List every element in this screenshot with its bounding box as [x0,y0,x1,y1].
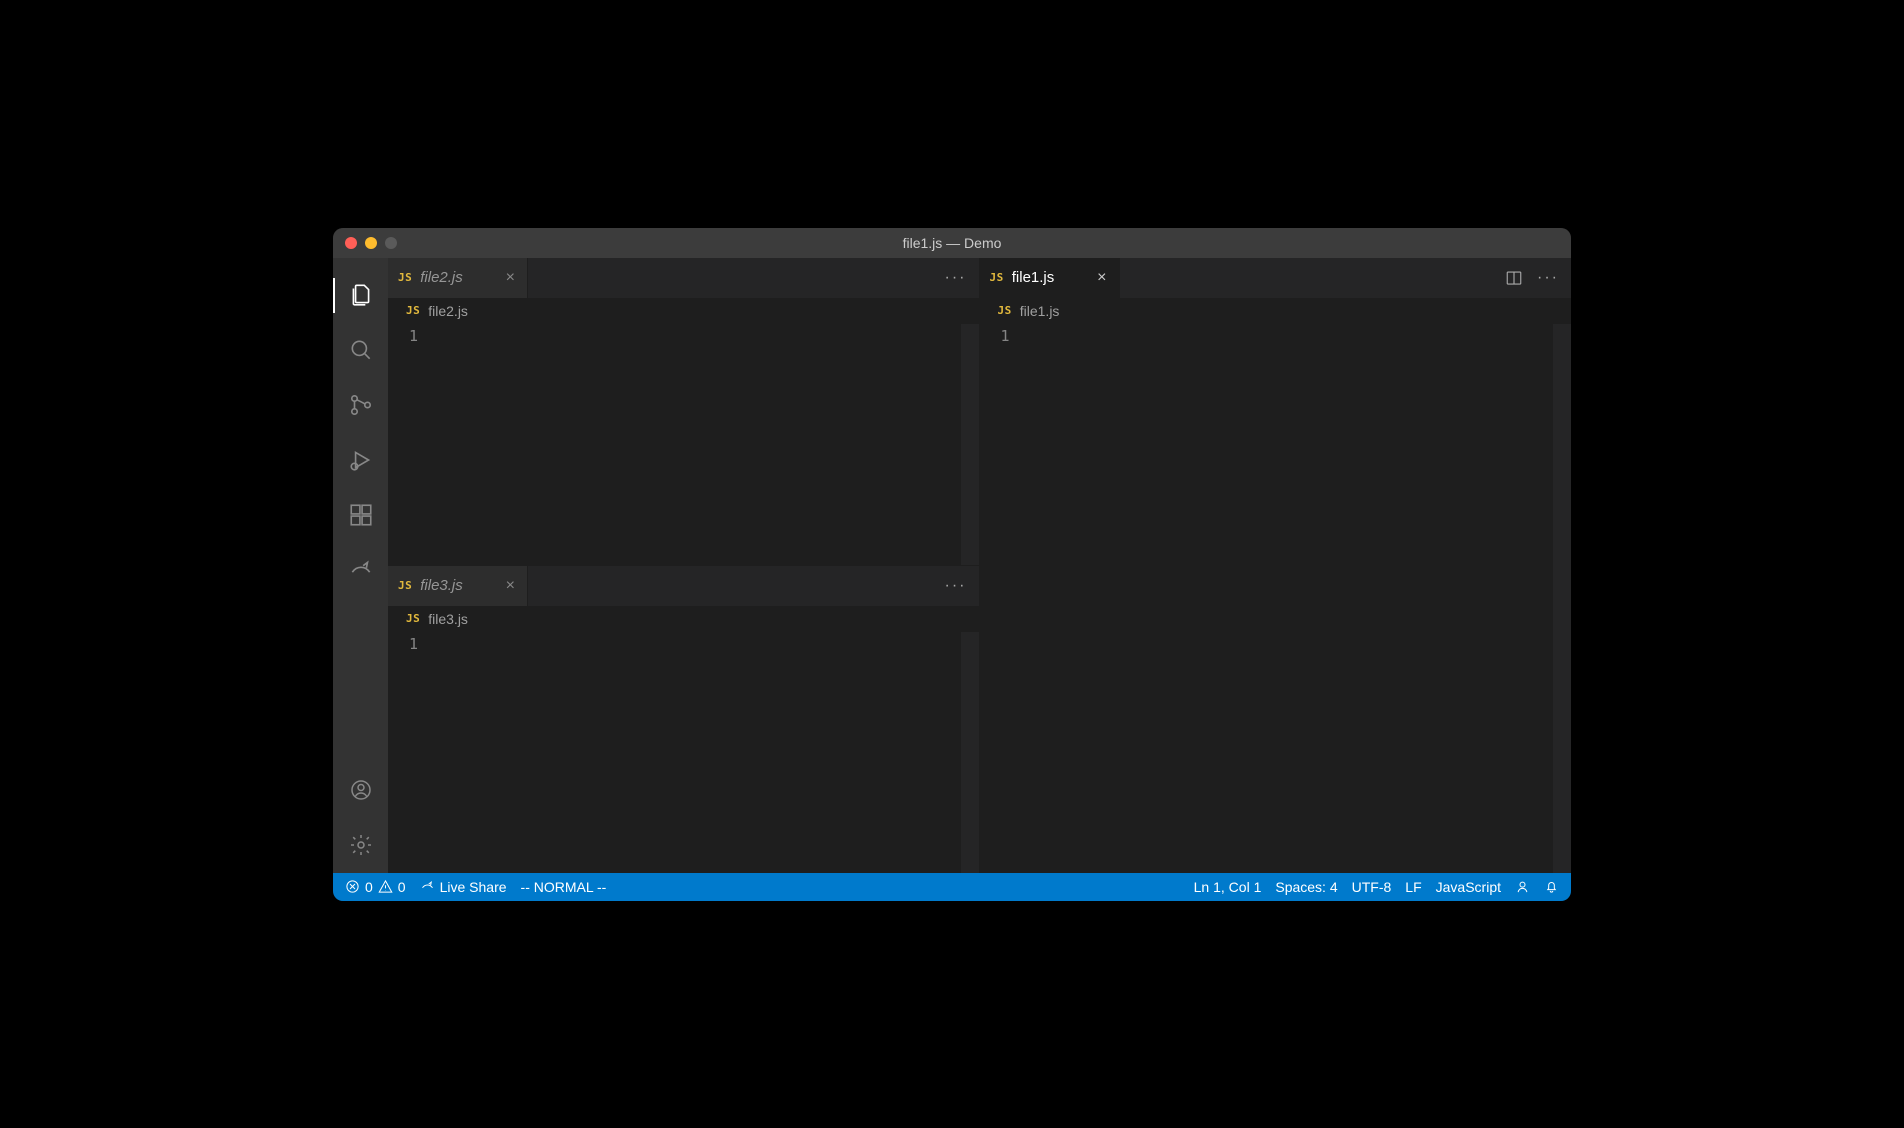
editor-area[interactable]: 1 [980,324,1572,873]
status-language[interactable]: JavaScript [1436,879,1501,895]
breadcrumb[interactable]: JS file1.js [980,298,1572,324]
zoom-window-button[interactable] [385,237,397,249]
extensions-icon[interactable] [333,488,388,543]
tab-file1[interactable]: JS file1.js × [980,258,1120,298]
tab-actions: ··· [933,258,979,298]
eol-label: LF [1405,879,1421,895]
js-file-icon: JS [406,304,420,317]
editor-grid: JS file2.js × ··· JS file2.js [388,258,1571,873]
minimap[interactable] [1553,324,1571,873]
editor-pane-top-left: JS file2.js × ··· JS file2.js [388,258,979,565]
tab-bar: JS file2.js × ··· [388,258,979,298]
source-control-icon[interactable] [333,378,388,433]
status-notifications-icon[interactable] [1544,879,1559,894]
live-share-label: Live Share [440,879,507,895]
more-actions-icon[interactable]: ··· [945,577,967,595]
tab-bar: JS file3.js × ··· [388,566,979,606]
breadcrumb[interactable]: JS file3.js [388,606,979,632]
breadcrumb[interactable]: JS file2.js [388,298,979,324]
line-number-gutter: 1 [980,324,1030,873]
status-bar: 0 0 Live Share -- NORMAL -- Ln 1, Col 1 … [333,873,1571,901]
tab-actions: ··· [933,566,979,606]
status-eol[interactable]: LF [1405,879,1421,895]
tab-filename: file2.js [420,269,463,286]
editor-pane-right: JS file1.js × ··· JS [980,258,1572,873]
editor-left-column: JS file2.js × ··· JS file2.js [388,258,980,873]
breadcrumb-filename: file2.js [428,303,468,319]
status-encoding[interactable]: UTF-8 [1352,879,1392,895]
titlebar[interactable]: file1.js — Demo [333,228,1571,258]
status-live-share[interactable]: Live Share [420,879,507,895]
more-actions-icon[interactable]: ··· [1537,269,1559,287]
minimap[interactable] [961,324,979,565]
warning-count: 0 [398,879,406,895]
close-tab-icon[interactable]: × [504,269,517,287]
live-share-activity-icon[interactable] [333,543,388,598]
code-content[interactable] [438,324,979,565]
run-debug-icon[interactable] [333,433,388,488]
minimize-window-button[interactable] [365,237,377,249]
vim-mode-label: -- NORMAL -- [521,879,607,895]
explorer-icon[interactable] [333,268,388,323]
code-content[interactable] [1030,324,1572,873]
breadcrumb-filename: file3.js [428,611,468,627]
minimap[interactable] [961,632,979,873]
line-number-gutter: 1 [388,324,438,565]
editor-right-column: JS file1.js × ··· JS [980,258,1572,873]
close-tab-icon[interactable]: × [1095,269,1108,287]
status-indentation[interactable]: Spaces: 4 [1275,879,1337,895]
status-errors[interactable]: 0 0 [345,879,406,895]
status-cursor-position[interactable]: Ln 1, Col 1 [1194,879,1262,895]
line-number: 1 [388,327,418,345]
search-icon[interactable] [333,323,388,378]
js-file-icon: JS [398,271,412,284]
cursor-position-label: Ln 1, Col 1 [1194,879,1262,895]
js-file-icon: JS [998,304,1012,317]
more-actions-icon[interactable]: ··· [945,269,967,287]
window-title: file1.js — Demo [333,235,1571,251]
error-count: 0 [365,879,373,895]
vscode-window: file1.js — Demo [333,228,1571,901]
close-window-button[interactable] [345,237,357,249]
status-vim-mode[interactable]: -- NORMAL -- [521,879,607,895]
line-number-gutter: 1 [388,632,438,873]
workbench-body: JS file2.js × ··· JS file2.js [333,258,1571,873]
tab-actions: ··· [1493,258,1571,298]
js-file-icon: JS [398,579,412,592]
language-label: JavaScript [1436,879,1501,895]
settings-gear-icon[interactable] [333,818,388,873]
accounts-icon[interactable] [333,763,388,818]
js-file-icon: JS [406,612,420,625]
editor-area[interactable]: 1 [388,324,979,565]
traffic-lights [333,237,397,249]
tab-bar: JS file1.js × ··· [980,258,1572,298]
js-file-icon: JS [990,271,1004,284]
indentation-label: Spaces: 4 [1275,879,1337,895]
tab-file3[interactable]: JS file3.js × [388,566,528,606]
close-tab-icon[interactable]: × [504,577,517,595]
editor-area[interactable]: 1 [388,632,979,873]
split-editor-icon[interactable] [1505,269,1523,287]
status-feedback-icon[interactable] [1515,879,1530,894]
activity-bar [333,258,388,873]
encoding-label: UTF-8 [1352,879,1392,895]
tab-filename: file1.js [1012,269,1055,286]
editor-pane-bottom-left: JS file3.js × ··· JS file3.js [388,565,979,873]
tab-file2[interactable]: JS file2.js × [388,258,528,298]
line-number: 1 [388,635,418,653]
breadcrumb-filename: file1.js [1020,303,1060,319]
line-number: 1 [980,327,1010,345]
code-content[interactable] [438,632,979,873]
tab-filename: file3.js [420,577,463,594]
